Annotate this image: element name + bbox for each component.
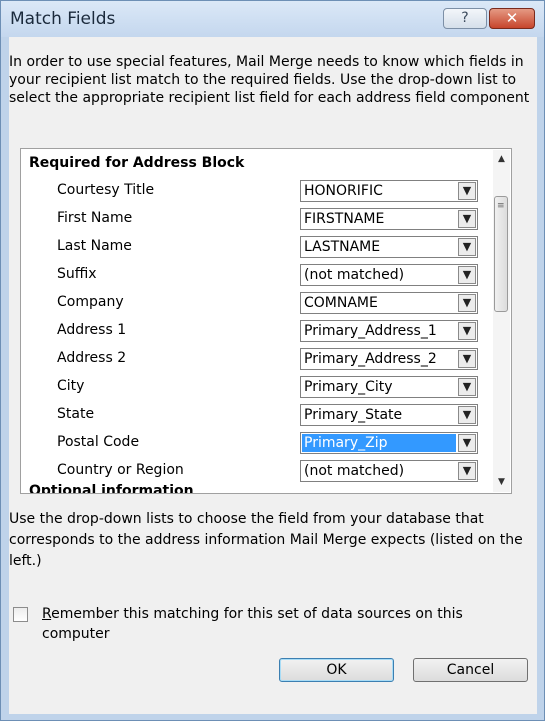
- field-mapping-list: Required for Address Block Courtesy Titl…: [20, 148, 512, 494]
- remember-label-text: emember this matching for this set of da…: [42, 606, 463, 642]
- section-required-header: Required for Address Block: [29, 155, 245, 171]
- field-label: Postal Code: [57, 434, 140, 450]
- intro-text: In order to use special features, Mail M…: [9, 54, 530, 106]
- dropdown-value: (not matched): [304, 463, 405, 479]
- field-label: Courtesy Title: [57, 182, 155, 198]
- section-optional-header: Optional information: [29, 483, 194, 494]
- field-label: Suffix: [57, 266, 97, 282]
- mapping-row-city: City Primary_City ▼: [22, 374, 493, 402]
- chevron-down-icon[interactable]: ▼: [458, 322, 476, 340]
- chevron-down-icon[interactable]: ▼: [458, 434, 476, 452]
- first-name-dropdown[interactable]: FIRSTNAME ▼: [300, 208, 478, 230]
- hint-text: Use the drop-down lists to choose the fi…: [9, 511, 523, 569]
- window-title: Match Fields: [10, 9, 116, 29]
- scroll-thumb[interactable]: [494, 196, 508, 312]
- field-label: Address 2: [57, 350, 127, 366]
- last-name-dropdown[interactable]: LASTNAME ▼: [300, 236, 478, 258]
- mapping-row-courtesy-title: Courtesy Title HONORIFIC ▼: [22, 178, 493, 206]
- help-icon: ?: [461, 10, 469, 26]
- chevron-down-icon[interactable]: ▼: [458, 406, 476, 424]
- dropdown-value: HONORIFIC: [304, 183, 383, 199]
- mapping-row-country-or-region: Country or Region (not matched) ▼: [22, 458, 493, 486]
- chevron-down-icon[interactable]: ▼: [458, 238, 476, 256]
- access-key-letter: R: [42, 606, 52, 622]
- company-dropdown[interactable]: COMNAME ▼: [300, 292, 478, 314]
- courtesy-title-dropdown[interactable]: HONORIFIC ▼: [300, 180, 478, 202]
- close-icon: ✕: [505, 9, 519, 27]
- grip-icon: ≡: [497, 201, 505, 211]
- field-label: Address 1: [57, 322, 127, 338]
- dropdown-value: (not matched): [304, 267, 405, 283]
- chevron-down-icon[interactable]: ▼: [458, 182, 476, 200]
- dialog-body: In order to use special features, Mail M…: [9, 37, 537, 714]
- remember-matching-checkbox[interactable]: [13, 607, 28, 622]
- address-2-dropdown[interactable]: Primary_Address_2 ▼: [300, 348, 478, 370]
- mapping-row-address-2: Address 2 Primary_Address_2 ▼: [22, 346, 493, 374]
- mapping-row-company: Company COMNAME ▼: [22, 290, 493, 318]
- ok-button[interactable]: OK: [279, 658, 394, 682]
- state-dropdown[interactable]: Primary_State ▼: [300, 404, 478, 426]
- dropdown-value: Primary_State: [304, 407, 403, 423]
- chevron-down-icon[interactable]: ▼: [458, 462, 476, 480]
- mapping-row-first-name: First Name FIRSTNAME ▼: [22, 206, 493, 234]
- suffix-dropdown[interactable]: (not matched) ▼: [300, 264, 478, 286]
- title-bar[interactable]: Match Fields ? ✕: [1, 1, 544, 37]
- dropdown-value: LASTNAME: [304, 239, 381, 255]
- close-button[interactable]: ✕: [489, 8, 535, 29]
- match-fields-dialog: Match Fields ? ✕ In order to use special…: [0, 0, 545, 721]
- mapping-row-suffix: Suffix (not matched) ▼: [22, 262, 493, 290]
- dropdown-value: Primary_Address_2: [304, 351, 437, 367]
- chevron-down-icon[interactable]: ▼: [458, 266, 476, 284]
- chevron-down-icon[interactable]: ▼: [458, 210, 476, 228]
- dropdown-value: FIRSTNAME: [304, 211, 385, 227]
- postal-code-dropdown[interactable]: Primary_Zip ▼: [300, 432, 478, 454]
- field-label: State: [57, 406, 95, 422]
- scroll-down-icon[interactable]: ▼: [493, 474, 510, 491]
- city-dropdown[interactable]: Primary_City ▼: [300, 376, 478, 398]
- remember-matching-label[interactable]: Remember this matching for this set of d…: [42, 604, 527, 644]
- mapping-row-postal-code: Postal Code Primary_Zip ▼: [22, 430, 493, 458]
- help-button[interactable]: ?: [443, 8, 487, 29]
- chevron-down-icon[interactable]: ▼: [458, 294, 476, 312]
- field-label: First Name: [57, 210, 133, 226]
- chevron-down-icon[interactable]: ▼: [458, 378, 476, 396]
- field-label: Last Name: [57, 238, 132, 254]
- dropdown-value: Primary_Zip: [302, 434, 456, 452]
- remember-matching-option[interactable]: Remember this matching for this set of d…: [9, 604, 529, 644]
- dropdown-value: Primary_City: [304, 379, 393, 395]
- chevron-down-icon[interactable]: ▼: [458, 350, 476, 368]
- mapping-row-state: State Primary_State ▼: [22, 402, 493, 430]
- mapping-row-last-name: Last Name LASTNAME ▼: [22, 234, 493, 262]
- vertical-scrollbar[interactable]: ▲ ≡ ▼: [493, 150, 510, 492]
- field-label: Country or Region: [57, 462, 184, 478]
- field-mapping-grid: Required for Address Block Courtesy Titl…: [22, 150, 493, 494]
- country-or-region-dropdown[interactable]: (not matched) ▼: [300, 460, 478, 482]
- dropdown-value: COMNAME: [304, 295, 378, 311]
- cancel-button[interactable]: Cancel: [413, 658, 528, 682]
- address-1-dropdown[interactable]: Primary_Address_1 ▼: [300, 320, 478, 342]
- mapping-row-address-1: Address 1 Primary_Address_1 ▼: [22, 318, 493, 346]
- field-label: Company: [57, 294, 124, 310]
- scroll-up-icon[interactable]: ▲: [493, 151, 510, 168]
- field-label: City: [57, 378, 85, 394]
- dropdown-value: Primary_Address_1: [304, 323, 437, 339]
